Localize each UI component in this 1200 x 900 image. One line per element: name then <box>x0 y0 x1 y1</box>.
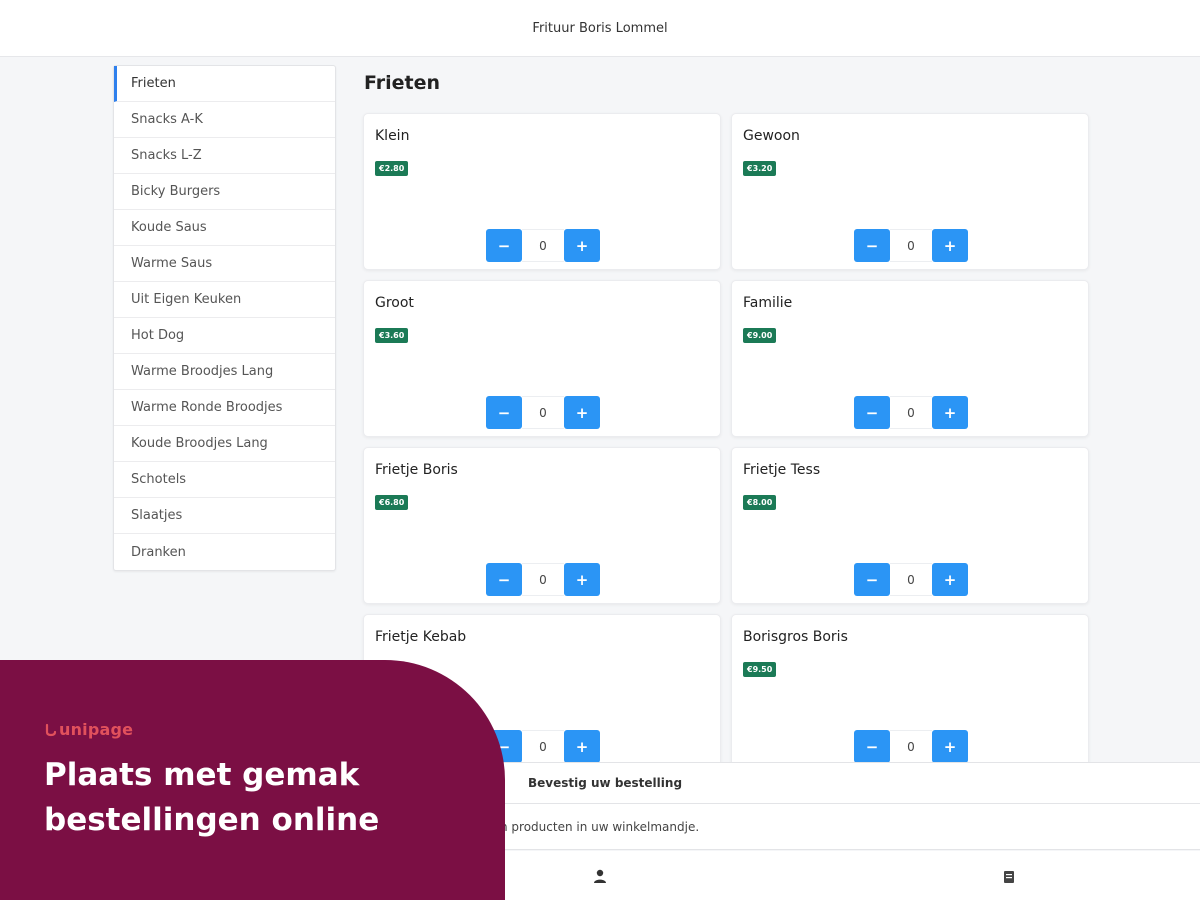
increase-button[interactable]: + <box>932 396 968 429</box>
cart-header-label: Bevestig uw bestelling <box>528 776 683 790</box>
quantity-value: 0 <box>890 229 932 262</box>
product-name: Frietje Kebab <box>375 629 467 645</box>
restaurant-title: Frituur Boris Lommel <box>532 20 668 36</box>
quantity-stepper: − 0 + <box>854 229 968 262</box>
quantity-value: 0 <box>890 563 932 596</box>
quantity-stepper: − 0 + <box>854 396 968 429</box>
sidebar-item-koude-saus[interactable]: Koude Saus <box>114 210 335 246</box>
price-badge: €8.00 <box>743 495 777 510</box>
quantity-value: 0 <box>522 730 564 763</box>
increase-button[interactable]: + <box>932 730 968 763</box>
price-badge: €9.50 <box>743 662 777 677</box>
decrease-button[interactable]: − <box>486 563 522 596</box>
brand-mark-icon <box>45 723 57 736</box>
sidebar-item-warme-saus[interactable]: Warme Saus <box>114 246 335 282</box>
decrease-button[interactable]: − <box>486 229 522 262</box>
product-name: Frietje Boris <box>375 462 458 478</box>
product-name: Borisgros Boris <box>743 629 848 645</box>
quantity-stepper: − 0 + <box>486 396 600 429</box>
price-badge: €3.60 <box>375 328 409 343</box>
increase-button[interactable]: + <box>564 730 600 763</box>
sidebar-item-bicky-burgers[interactable]: Bicky Burgers <box>114 174 335 210</box>
sidebar-item-warme-broodjes-lang[interactable]: Warme Broodjes Lang <box>114 354 335 390</box>
sidebar-item-snacks-l-z[interactable]: Snacks L-Z <box>114 138 335 174</box>
price-badge: €2.80 <box>375 161 409 176</box>
quantity-stepper: − 0 + <box>486 229 600 262</box>
quantity-stepper: − 0 + <box>486 563 600 596</box>
quantity-value: 0 <box>522 229 564 262</box>
price-badge: €9.00 <box>743 328 777 343</box>
product-card: Groot €3.60 − 0 + <box>363 280 721 437</box>
product-card: Borisgros Boris €9.50 − 0 + <box>731 614 1089 771</box>
quantity-value: 0 <box>522 396 564 429</box>
brand-name: unipage <box>59 720 134 739</box>
increase-button[interactable]: + <box>564 396 600 429</box>
cart-summary: n producten in uw winkelmandje. <box>440 804 1200 850</box>
sidebar-item-hot-dog[interactable]: Hot Dog <box>114 318 335 354</box>
sidebar-item-snacks-a-k[interactable]: Snacks A-K <box>114 102 335 138</box>
quantity-stepper: − 0 + <box>854 730 968 763</box>
quantity-value: 0 <box>890 396 932 429</box>
brand-logo: unipage <box>45 720 133 739</box>
sidebar-item-dranken[interactable]: Dranken <box>114 534 335 570</box>
product-card: Gewoon €3.20 − 0 + <box>731 113 1089 270</box>
user-icon[interactable] <box>592 868 608 884</box>
product-grid: Klein €2.80 − 0 + Gewoon €3.20 − 0 + Gro… <box>363 113 1089 771</box>
product-card: Frietje Boris €6.80 − 0 + <box>363 447 721 604</box>
product-card: Familie €9.00 − 0 + <box>731 280 1089 437</box>
decrease-button[interactable]: − <box>486 396 522 429</box>
decrease-button[interactable]: − <box>854 730 890 763</box>
product-name: Familie <box>743 295 793 311</box>
increase-button[interactable]: + <box>564 563 600 596</box>
quantity-value: 0 <box>890 730 932 763</box>
product-card: Klein €2.80 − 0 + <box>363 113 721 270</box>
top-bar: Frituur Boris Lommel <box>0 0 1200 57</box>
promo-headline-line-2: bestellingen online <box>44 802 380 838</box>
sidebar-item-schotels[interactable]: Schotels <box>114 462 335 498</box>
cart-icon[interactable] <box>1003 869 1015 883</box>
decrease-button[interactable]: − <box>854 229 890 262</box>
sidebar-item-uit-eigen-keuken[interactable]: Uit Eigen Keuken <box>114 282 335 318</box>
price-badge: €6.80 <box>375 495 409 510</box>
category-sidebar: Frieten Snacks A-K Snacks L-Z Bicky Burg… <box>113 65 336 571</box>
sidebar-item-warme-ronde-broodjes[interactable]: Warme Ronde Broodjes <box>114 390 335 426</box>
product-name: Frietje Tess <box>743 462 821 478</box>
quantity-value: 0 <box>522 563 564 596</box>
product-name: Groot <box>375 295 414 311</box>
product-name: Gewoon <box>743 128 800 144</box>
increase-button[interactable]: + <box>564 229 600 262</box>
cart-message: n producten in uw winkelmandje. <box>500 819 700 834</box>
sidebar-item-slaatjes[interactable]: Slaatjes <box>114 498 335 534</box>
product-name: Klein <box>375 128 410 144</box>
category-title: Frieten <box>364 72 441 94</box>
promo-headline: Plaats met gemak bestellingen online <box>44 753 484 843</box>
increase-button[interactable]: + <box>932 229 968 262</box>
quantity-stepper: − 0 + <box>854 563 968 596</box>
increase-button[interactable]: + <box>932 563 968 596</box>
decrease-button[interactable]: − <box>854 563 890 596</box>
sidebar-item-koude-broodjes-lang[interactable]: Koude Broodjes Lang <box>114 426 335 462</box>
product-card: Frietje Tess €8.00 − 0 + <box>731 447 1089 604</box>
promo-headline-line-1: Plaats met gemak <box>44 757 360 793</box>
price-badge: €3.20 <box>743 161 777 176</box>
cart-header[interactable]: Bevestig uw bestelling <box>440 762 1200 804</box>
sidebar-item-frieten[interactable]: Frieten <box>114 66 335 102</box>
decrease-button[interactable]: − <box>854 396 890 429</box>
